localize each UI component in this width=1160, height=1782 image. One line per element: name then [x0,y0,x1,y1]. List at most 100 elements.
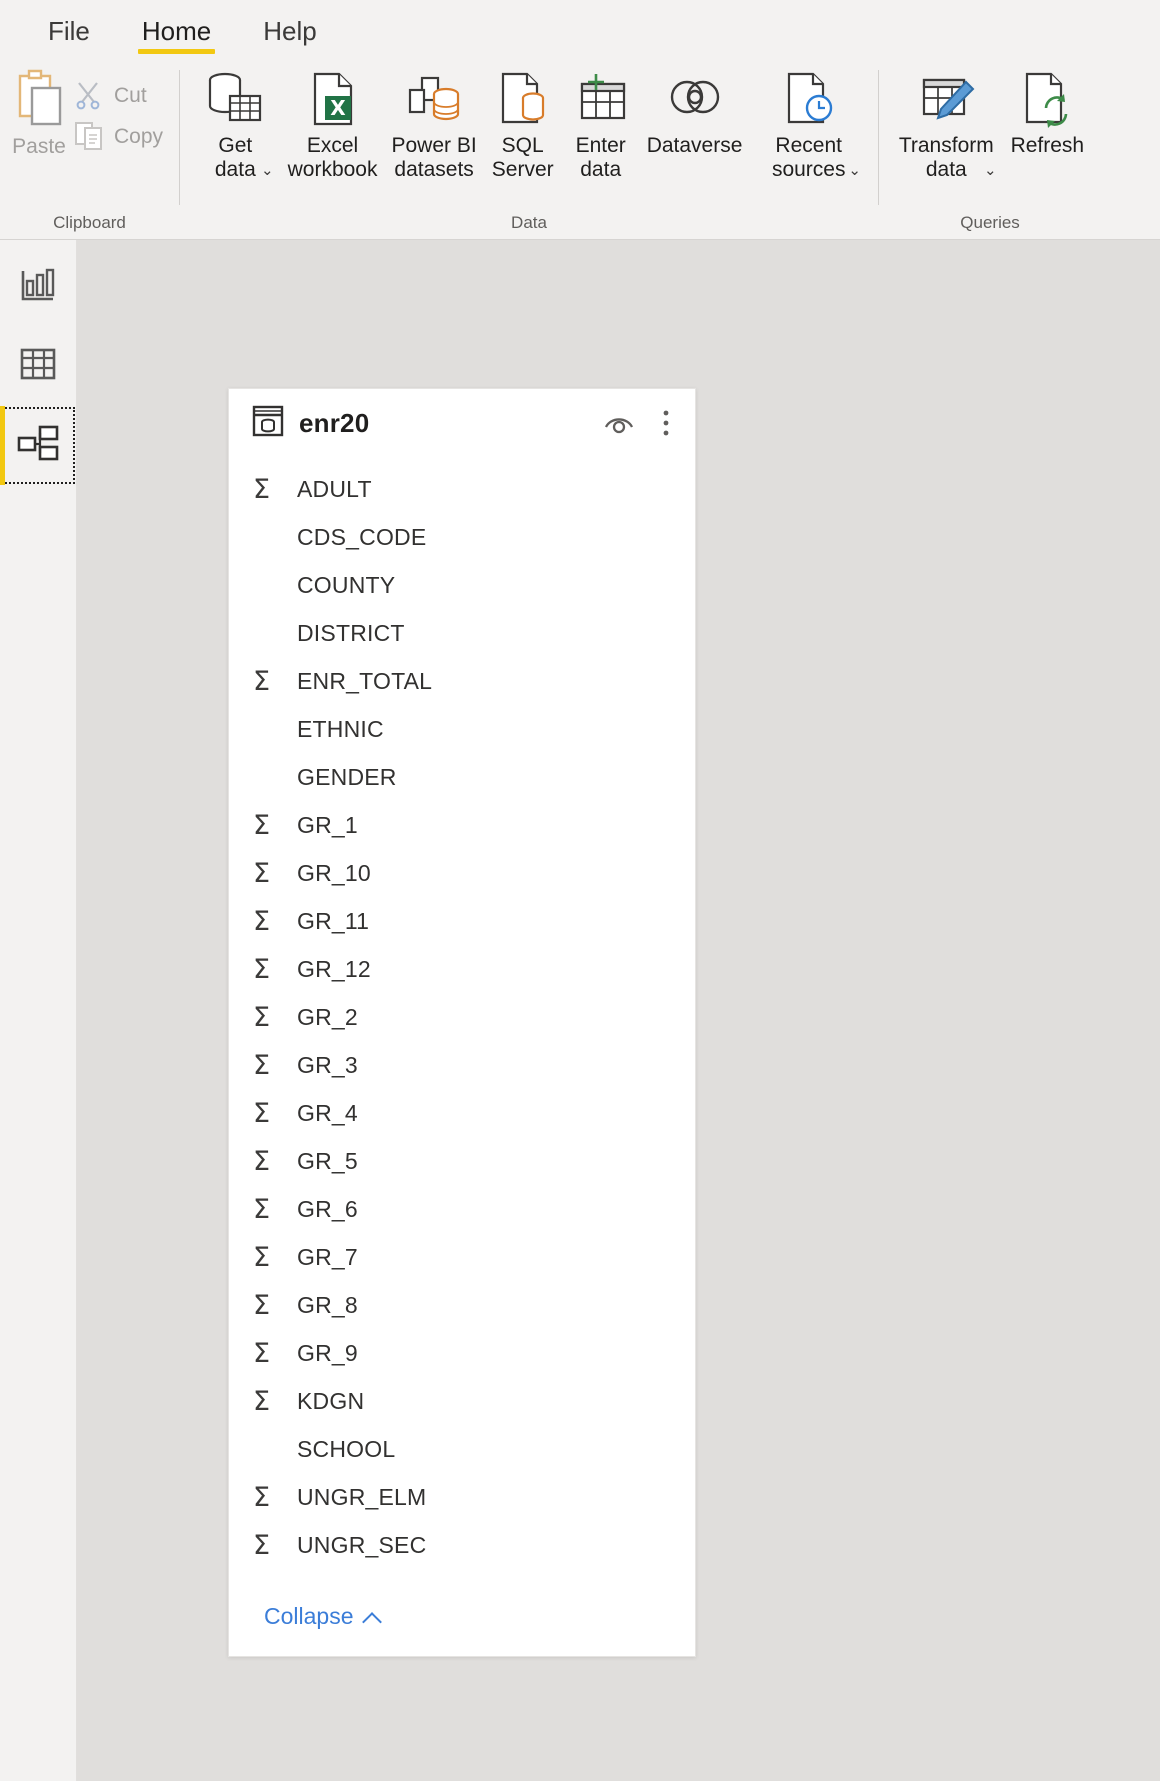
field-label: GR_9 [297,1339,358,1366]
field-label: KDGN [297,1387,365,1414]
recent-sources-label: Recent sources [771,134,846,182]
ribbon-group-data: Get data ⌄ X Excel workbook Power BI dat… [180,60,878,239]
ribbon-group-clipboard: Paste Cut Copy Clipboard [0,60,179,239]
refresh-icon [1019,68,1075,130]
field-label: GR_11 [297,907,370,934]
field-row[interactable]: Σ GR_1 [229,801,695,849]
eye-icon[interactable] [603,410,635,436]
model-canvas[interactable]: enr20 Σ ADULT CDS_CODE COUNTY DISTRICT Σ… [77,240,1160,1781]
field-row[interactable]: Σ GR_7 [229,1233,695,1281]
field-label: UNGR_ELM [297,1483,427,1510]
excel-workbook-button[interactable]: X Excel workbook [281,60,385,183]
sigma-icon: Σ [253,857,271,889]
excel-workbook-icon: X [305,68,361,130]
sql-server-label: SQL Server [491,134,554,182]
sigma-icon: Σ [253,665,271,697]
field-label: ETHNIC [297,715,384,742]
field-label: GR_12 [297,955,371,982]
sigma-icon: Σ [253,1001,271,1033]
enter-data-icon [572,68,630,130]
dataverse-button[interactable]: Dataverse [640,60,750,158]
excel-workbook-label: Excel workbook [287,134,378,182]
field-row[interactable]: Σ ENR_TOTAL [229,657,695,705]
transform-data-label: Transform data [898,134,994,182]
sigma-icon: Σ [253,905,271,937]
field-row[interactable]: Σ GR_9 [229,1329,695,1377]
collapse-button[interactable]: Collapse [264,1603,384,1630]
sidebar-item-model-view[interactable] [0,406,76,485]
get-data-icon [204,68,266,130]
field-row[interactable]: Σ GR_2 [229,993,695,1041]
field-label: UNGR_SEC [297,1531,427,1558]
tab-help[interactable]: Help [237,18,342,54]
sidebar-item-report-view[interactable] [0,248,76,327]
copy-label: Copy [114,125,164,148]
field-row[interactable]: Σ UNGR_ELM [229,1473,695,1521]
field-row[interactable]: GENDER [229,753,695,801]
sigma-icon: Σ [253,1049,271,1081]
table-card-header: enr20 [229,389,695,457]
copy-icon [74,120,104,154]
cut-button[interactable]: Cut [68,76,169,116]
get-data-button[interactable]: Get data ⌄ [190,60,281,181]
field-row[interactable]: SCHOOL [229,1425,695,1473]
field-list: Σ ADULT CDS_CODE COUNTY DISTRICT Σ ENR_T… [229,457,695,1573]
field-row[interactable]: Σ GR_11 [229,897,695,945]
enter-data-label: Enter data [575,134,626,182]
field-row[interactable]: Σ UNGR_SEC [229,1521,695,1569]
chevron-down-icon: ⌄ [984,161,997,179]
field-label: GR_5 [297,1147,358,1174]
field-label: GR_8 [297,1291,358,1318]
field-row[interactable]: Σ GR_5 [229,1137,695,1185]
field-row[interactable]: Σ ADULT [229,465,695,513]
group-label-data: Data [511,213,547,232]
refresh-label: Refresh [1010,134,1085,157]
table-database-icon [251,404,285,443]
table-grid-icon [19,346,57,387]
ribbon-group-queries: Transform data ⌄ Refresh Queries [879,60,1101,239]
field-row[interactable]: CDS_CODE [229,513,695,561]
powerbi-datasets-button[interactable]: Power BI datasets [385,60,484,183]
refresh-button[interactable]: Refresh [1004,60,1092,158]
sigma-icon: Σ [253,1097,271,1129]
field-label: GR_3 [297,1051,358,1078]
field-row[interactable]: Σ GR_8 [229,1281,695,1329]
field-row[interactable]: Σ KDGN [229,1377,695,1425]
tab-home[interactable]: Home [116,18,237,54]
copy-button[interactable]: Copy [68,116,169,158]
field-label: SCHOOL [297,1435,396,1462]
sigma-icon: Σ [253,1337,271,1369]
model-relationship-icon [17,424,59,467]
field-row[interactable]: Σ GR_12 [229,945,695,993]
table-card-enr20[interactable]: enr20 Σ ADULT CDS_CODE COUNTY DISTRICT Σ… [228,388,696,1657]
sigma-icon: Σ [253,473,271,505]
group-label-clipboard: Clipboard [53,213,126,232]
table-card-footer: Collapse [229,1573,695,1656]
enter-data-button[interactable]: Enter data [562,60,640,183]
ribbon-body: Paste Cut Copy Clipboard Get data ⌄ X Ex… [0,54,1160,239]
field-row[interactable]: DISTRICT [229,609,695,657]
view-switcher [0,240,77,1781]
field-row[interactable]: Σ GR_3 [229,1041,695,1089]
field-row[interactable]: Σ GR_6 [229,1185,695,1233]
more-vertical-icon[interactable] [649,409,677,437]
sql-server-button[interactable]: SQL Server [484,60,562,183]
field-row[interactable]: ETHNIC [229,705,695,753]
field-row[interactable]: Σ GR_10 [229,849,695,897]
field-row[interactable]: COUNTY [229,561,695,609]
field-label: GR_2 [297,1003,358,1030]
paste-label: Paste [12,135,66,158]
sigma-icon: Σ [253,1241,271,1273]
paste-button[interactable]: Paste [10,66,68,159]
field-label: ENR_TOTAL [297,667,433,694]
cut-label: Cut [114,84,147,107]
field-row[interactable]: Σ GR_4 [229,1089,695,1137]
field-label: GR_4 [297,1099,358,1126]
tab-file[interactable]: File [22,18,116,54]
sidebar-item-data-view[interactable] [0,327,76,406]
transform-data-button[interactable]: Transform data ⌄ [889,60,1004,181]
field-label: GENDER [297,763,397,790]
recent-sources-button[interactable]: Recent sources ⌄ [749,60,868,181]
sigma-icon: Σ [253,809,271,841]
ribbon: File Home Help Paste Cut Copy Clipboard … [0,0,1160,240]
